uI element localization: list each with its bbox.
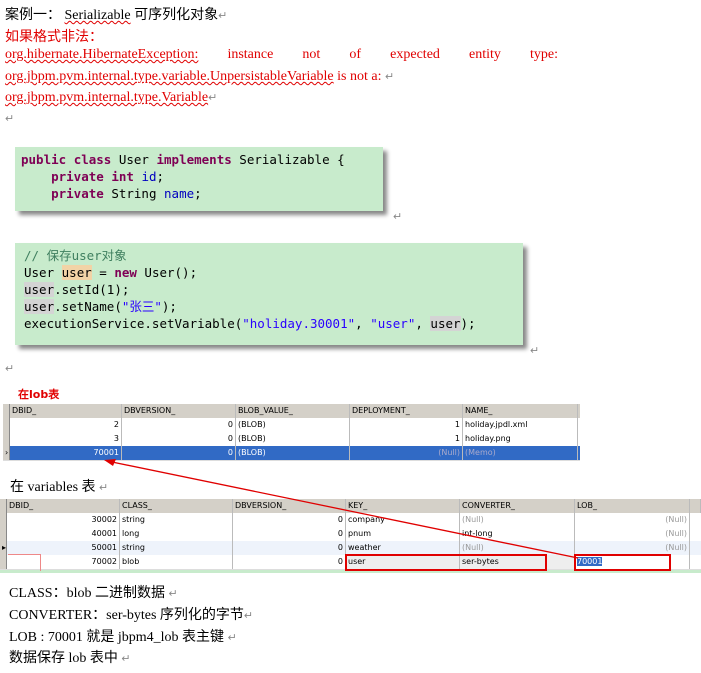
- note-text: 数据保存 lob 表中: [9, 651, 118, 666]
- arrow-annotation: [104, 459, 579, 559]
- arrow-head-icon: [104, 459, 116, 466]
- note-lob: LOB : 70001 就是 jbpm4_lob 表主键 ↵: [9, 630, 237, 645]
- note-converter: CONVERTER：ser-bytes 序列化的字节↵: [9, 608, 254, 623]
- note-storage: 数据保存 lob 表中 ↵: [9, 651, 131, 666]
- note-text: CONVERTER：ser-bytes 序列化的字节: [9, 608, 244, 623]
- note-class: CLASS：blob 二进制数据 ↵: [9, 586, 178, 601]
- note-text: CLASS：blob 二进制数据: [9, 586, 165, 601]
- note-text: LOB : 70001 就是 jbpm4_lob 表主键: [9, 630, 225, 645]
- arrow-line: [111, 461, 579, 559]
